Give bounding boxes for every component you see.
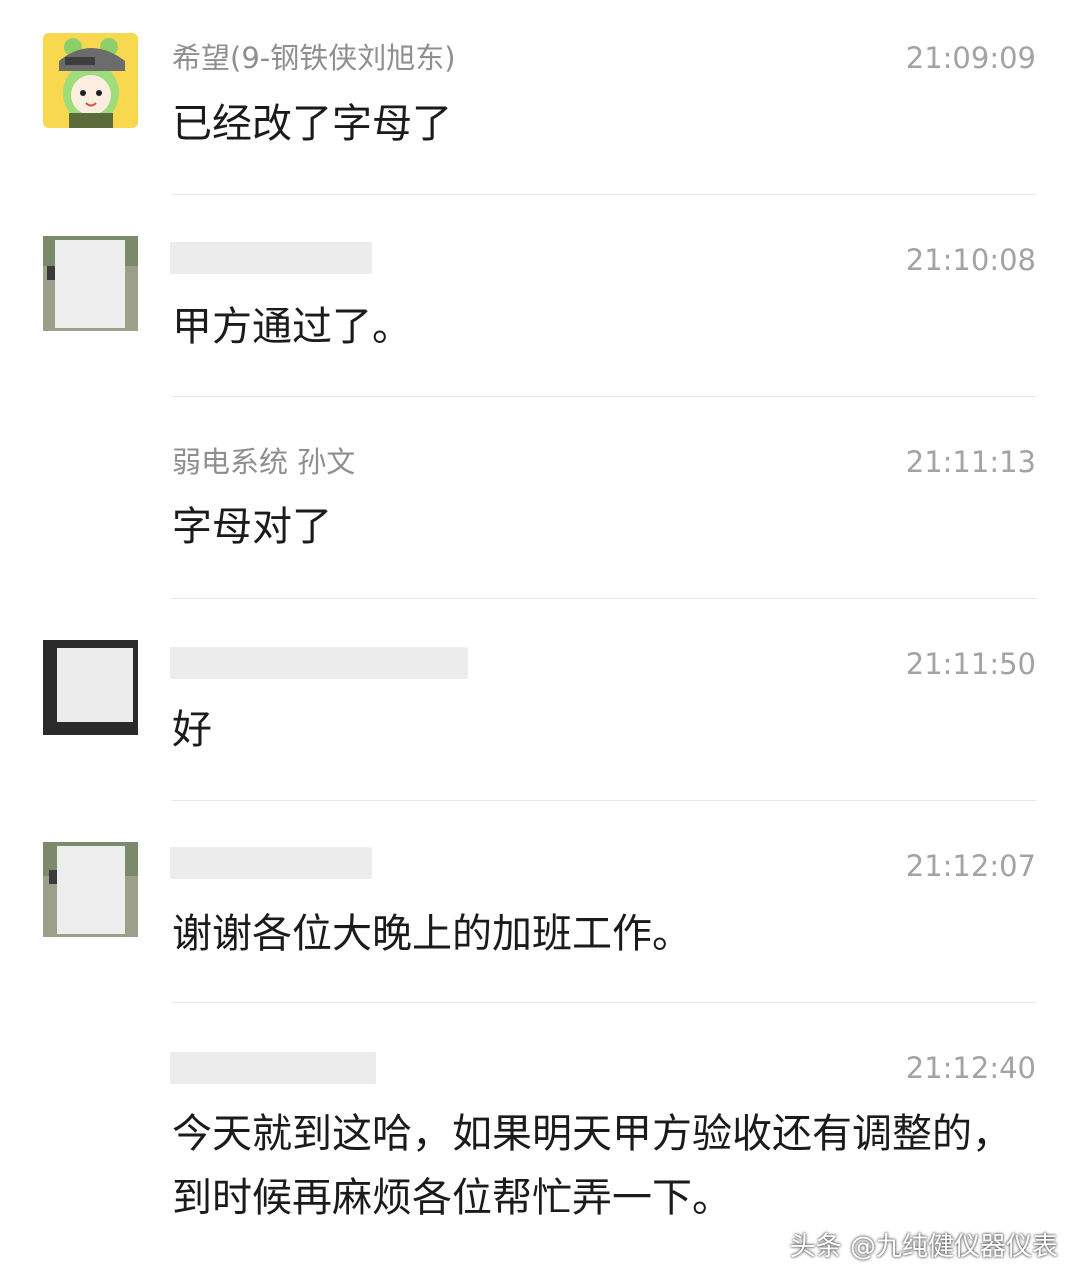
message-text: 今天就到这哈，如果明天甲方验收还有调整的，到时候再麻烦各位帮忙弄一下。 <box>172 1111 1012 1221</box>
divider <box>172 1002 1036 1003</box>
sender-name-redacted <box>170 1052 376 1084</box>
message-time: 21:09:09 <box>905 41 1036 75</box>
helmet-cartoon-avatar-icon[interactable] <box>43 33 138 128</box>
sender-name: 弱电系统 孙文 <box>172 445 356 479</box>
sender-name-redacted <box>170 847 372 879</box>
divider <box>172 800 1036 801</box>
chat-history: 希望(9-钢铁侠刘旭东) 21:09:09 已经改了字母了 21:10:08 甲… <box>0 0 1080 1283</box>
sender-name-redacted <box>170 242 372 274</box>
message-time: 21:10:08 <box>905 243 1036 277</box>
divider <box>172 598 1036 599</box>
message-text: 好 <box>172 707 212 753</box>
message-time: 21:12:40 <box>905 1051 1036 1085</box>
divider <box>172 194 1036 195</box>
message-text: 字母对了 <box>172 504 332 550</box>
message-time: 21:12:07 <box>905 849 1036 883</box>
sender-name: 希望(9-钢铁侠刘旭东) <box>172 41 456 75</box>
divider <box>172 396 1036 397</box>
message-text: 甲方通过了。 <box>172 304 412 350</box>
message-time: 21:11:13 <box>905 445 1036 479</box>
watermark: 头条 @九纯健仪器仪表 <box>789 1232 1058 1262</box>
message-text: 已经改了字母了 <box>172 101 452 147</box>
sender-name-redacted <box>170 647 468 679</box>
blurred-photo-avatar-icon[interactable] <box>43 842 138 937</box>
blurred-dark-avatar-icon[interactable] <box>43 640 138 735</box>
message-text: 谢谢各位大晚上的加班工作。 <box>172 911 692 957</box>
message-time: 21:11:50 <box>905 647 1036 681</box>
blurred-photo-avatar-icon[interactable] <box>43 236 138 331</box>
